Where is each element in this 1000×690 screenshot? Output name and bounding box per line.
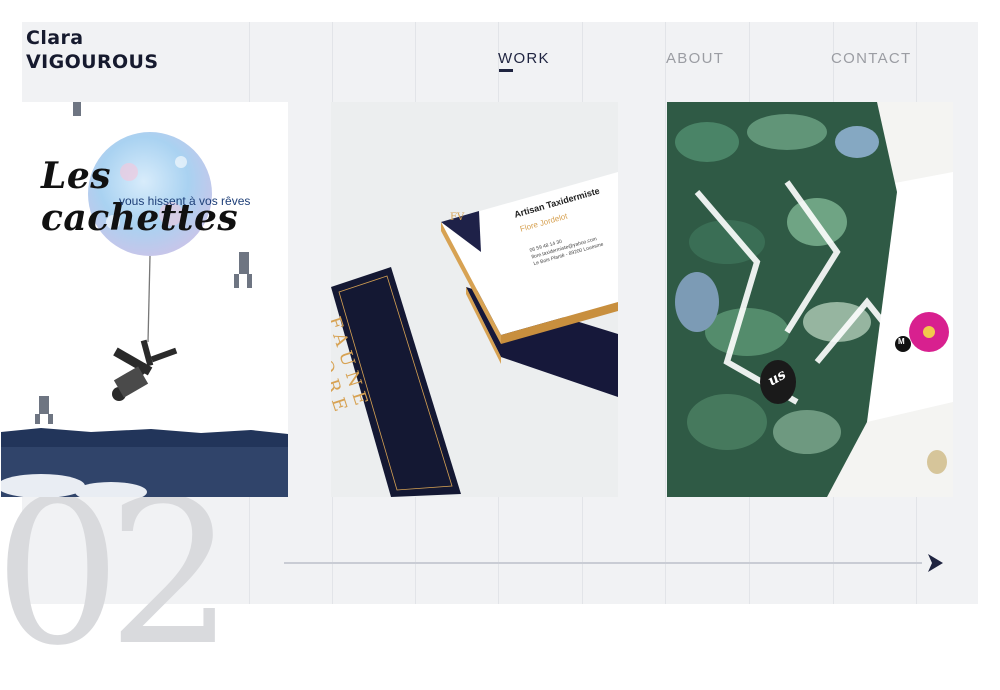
project-card-botanical-collage[interactable]: M us: [667, 102, 953, 497]
botanical-collage: [667, 102, 953, 497]
brand-first-name: Clara: [26, 27, 84, 49]
grid-line: [665, 22, 666, 604]
nav-work[interactable]: WORK: [498, 50, 550, 67]
card-monogram: FV: [450, 212, 465, 223]
slider-track[interactable]: [284, 562, 922, 564]
brand-last-name: VIGOUROUS: [26, 51, 159, 73]
project-card-les-cachettes[interactable]: Les cachettes vous hissent à vos rêves: [1, 102, 288, 497]
project-card-faune-flore[interactable]: FV Artisan Taxidermiste Flore Jordelot 0…: [331, 102, 618, 497]
nav-active-indicator: [499, 69, 513, 72]
les-cachettes-tagline: vous hissent à vos rêves: [119, 194, 251, 208]
collage-badge: M: [898, 337, 905, 346]
brand-logo[interactable]: Clara VIGOUROUS: [26, 26, 158, 74]
nav-about[interactable]: ABOUT: [666, 50, 724, 67]
nav-contact[interactable]: CONTACT: [831, 50, 911, 67]
faune-flore-cards: [331, 172, 618, 497]
slide-number: 02: [0, 457, 234, 690]
arrow-right-icon[interactable]: [926, 552, 944, 574]
